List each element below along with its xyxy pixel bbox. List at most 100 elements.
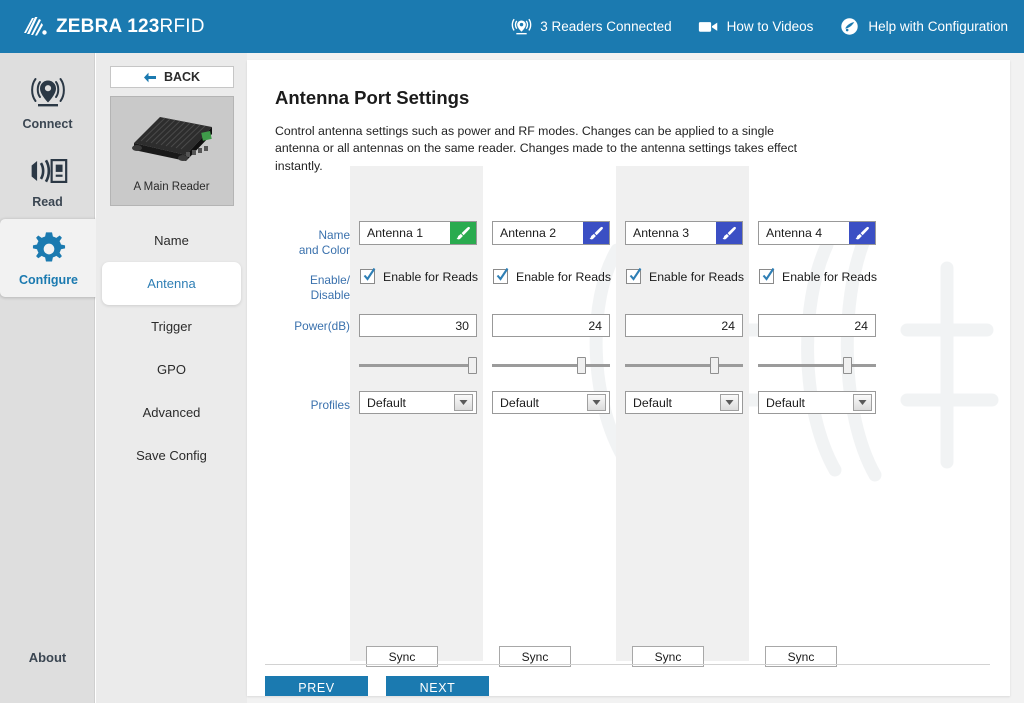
antenna-3-power-input[interactable] [625,314,743,337]
rail-item-connect[interactable]: Connect [0,63,95,141]
next-button[interactable]: NEXT [386,676,489,696]
sidebar-item-save-config[interactable]: Save Config [102,434,241,477]
antenna-3-enable-checkbox[interactable] [626,267,642,284]
checkmark-icon [629,267,642,281]
sidebar-item-gpo[interactable]: GPO [102,348,241,391]
antenna-3-power-slider[interactable] [625,356,743,374]
sidebar-item-advanced[interactable]: Advanced [102,391,241,434]
brand-rfid: RFID [159,15,205,37]
arrow-left-icon [143,72,156,82]
antenna-2-name-input[interactable] [493,222,583,244]
connect-antenna-icon [30,77,65,106]
chevron-down-icon [853,394,872,411]
checkmark-icon [363,267,376,281]
rail-item-configure[interactable]: Configure [0,219,97,297]
antenna-3-name-input[interactable] [626,222,716,244]
antenna-1-power-slider[interactable] [359,356,477,374]
antenna-3-profile-select[interactable]: Default [625,391,743,414]
wizard-nav: PREV NEXT [265,676,489,696]
antenna-2-slider-thumb[interactable] [577,357,586,374]
row-label-enable-line2: Disable [310,287,350,302]
antenna-2-enable-checkbox[interactable] [493,267,509,284]
help-with-configuration-link[interactable]: Help with Configuration [839,17,1008,36]
antenna-2-enable-row[interactable]: Enable for Reads [493,267,612,284]
antenna-4-enable-label: Enable for Reads [782,269,878,284]
how-to-videos-link[interactable]: How to Videos [698,17,813,36]
row-label-profiles: Profiles [310,398,350,412]
antenna-column-4: Enable for Reads Default Sync [749,166,882,667]
readers-connected-status[interactable]: 3 Readers Connected [511,17,672,36]
antenna-3-enable-row[interactable]: Enable for Reads [626,267,744,284]
antenna-4-profile-value: Default [766,395,805,410]
readers-connected-label: 3 Readers Connected [540,19,672,34]
antenna-1-slider-thumb[interactable] [468,357,477,374]
antenna-1-enable-row[interactable]: Enable for Reads [360,267,479,284]
header-actions: 3 Readers Connected How to Videos Help w… [511,17,1008,36]
footer-divider [265,664,990,665]
antenna-2-name-row [492,221,610,245]
zebra-head-icon [24,16,47,35]
row-label-enable-line1: Enable/ [309,273,350,287]
antenna-3-profile-value: Default [633,395,672,410]
chevron-down-icon [587,394,606,411]
antenna-4-power-input[interactable] [758,314,876,337]
antenna-3-slider-track [625,364,743,367]
reader-card[interactable]: A Main Reader [109,96,234,206]
antenna-1-enable-label: Enable for Reads [383,269,479,284]
brand-logo: ZEBRA 123RFID [22,16,205,38]
sidebar-item-antenna[interactable]: Antenna [102,262,241,305]
antenna-1-profile-value: Default [367,395,406,410]
rail-label-connect: Connect [22,116,73,131]
antenna-4-name-row [758,221,876,245]
antenna-1-name-input[interactable] [360,222,450,244]
antenna-1-profile-select[interactable]: Default [359,391,477,414]
antenna-grid: Name and Color Enable/ Disable Power(dB)… [247,166,1010,667]
antenna-2-enable-label: Enable for Reads [516,269,612,284]
rail-label-configure: Configure [18,272,79,287]
row-label-name-color: Name and Color [250,228,350,257]
about-link[interactable]: About [0,650,95,665]
antenna-1-power-input[interactable] [359,314,477,337]
antenna-column-1: Enable for Reads Default Sync [350,166,483,667]
antenna-3-color-swatch[interactable] [716,222,742,244]
sidebar-item-save-config-label: Save Config [136,448,207,463]
video-camera-icon [698,22,717,32]
antenna-1-color-swatch[interactable] [450,222,476,244]
sidebar-item-name-label: Name [154,233,189,248]
antenna-column-2: Enable for Reads Default Sync [483,166,616,667]
antenna-4-enable-row[interactable]: Enable for Reads [759,267,878,284]
prev-button[interactable]: PREV [265,676,368,696]
antenna-3-slider-thumb[interactable] [710,357,719,374]
row-label-column: Name and Color Enable/ Disable Power(dB)… [247,166,350,661]
antenna-4-color-swatch[interactable] [849,222,875,244]
antenna-1-slider-track [359,364,477,367]
antenna-1-name-row [359,221,477,245]
paint-brush-icon [722,226,736,240]
antenna-2-power-input[interactable] [492,314,610,337]
antenna-3-name-row [625,221,743,245]
paint-brush-icon [855,226,869,240]
antenna-4-name-input[interactable] [759,222,849,244]
checkmark-icon [496,267,509,281]
antenna-4-power-slider[interactable] [758,356,876,374]
paint-brush-icon [456,226,470,240]
antenna-2-color-swatch[interactable] [583,222,609,244]
antenna-1-enable-checkbox[interactable] [360,267,376,284]
sidebar-item-trigger[interactable]: Trigger [102,305,241,348]
sidebar-item-name[interactable]: Name [102,219,241,262]
main-content: Antenna Port Settings Control antenna se… [247,53,1024,703]
antenna-4-profile-select[interactable]: Default [758,391,876,414]
antenna-4-slider-thumb[interactable] [843,357,852,374]
chevron-down-icon [720,394,739,411]
back-button-label: BACK [163,70,201,84]
antenna-settings-panel: Antenna Port Settings Control antenna se… [247,60,1010,696]
rfid-reader-device-image [131,117,212,161]
rail-item-read[interactable]: Read [0,141,95,219]
antenna-2-profile-select[interactable]: Default [492,391,610,414]
row-label-power: Power(dB) [294,319,350,333]
antenna-2-power-slider[interactable] [492,356,610,374]
antenna-4-enable-checkbox[interactable] [759,267,775,284]
app-header: ZEBRA 123RFID 3 Readers Connected How to… [0,0,1024,53]
sidebar-item-gpo-label: GPO [157,362,186,377]
back-button[interactable]: BACK [109,66,234,88]
